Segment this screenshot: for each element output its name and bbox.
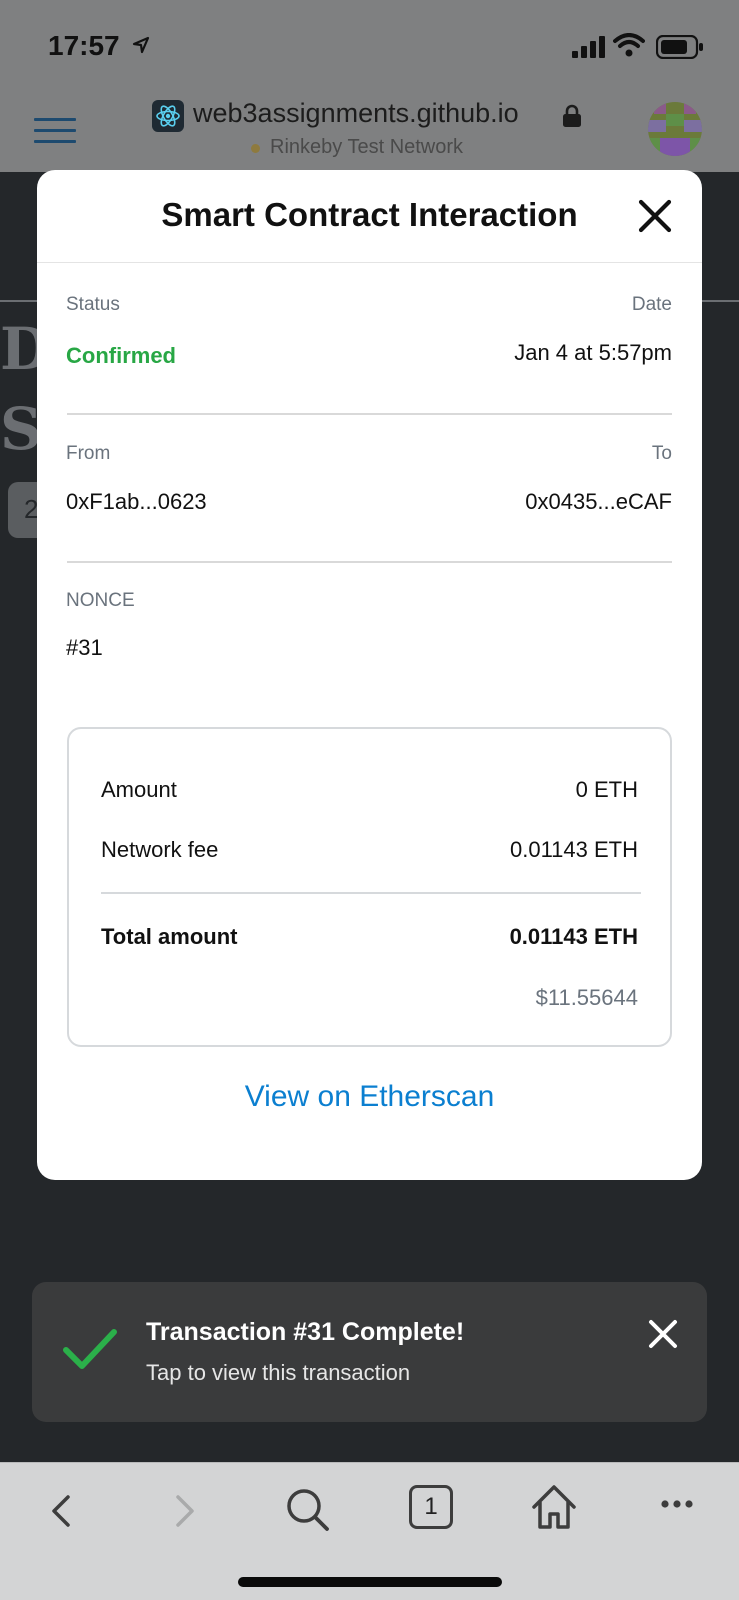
transaction-details-modal: Smart Contract Interaction Status Date C… [37,170,702,1180]
view-on-etherscan-link[interactable]: View on Etherscan [37,1080,702,1114]
total-amount-value: 0.01143 ETH [509,924,638,949]
checkmark-icon [63,1329,117,1369]
close-icon[interactable] [637,198,673,234]
from-label: From [66,443,111,464]
clock: 17:57 [48,30,120,61]
search-icon[interactable] [285,1487,331,1533]
back-chevron-icon[interactable] [48,1493,76,1529]
status-label: Status [66,294,120,315]
nonce-label: NONCE [66,590,135,611]
lock-icon [563,104,581,127]
from-address[interactable]: 0xF1ab...0623 [66,489,207,515]
site-url[interactable]: web3assignments.github.io [193,98,519,129]
site-favicon-icon [152,100,184,132]
close-icon[interactable] [647,1318,679,1350]
to-address[interactable]: 0x0435...eCAF [525,489,672,515]
fee-summary-box: Amount 0 ETH Network fee 0.01143 ETH Tot… [67,727,672,1047]
date-value: Jan 4 at 5:57pm [514,340,672,365]
more-options-icon[interactable] [660,1499,694,1509]
toast-subtitle: Tap to view this transaction [146,1360,411,1385]
status-bar: 17:57 [0,0,739,92]
network-fee-value: 0.01143 ETH [509,837,638,862]
network-name[interactable]: Rinkeby Test Network [270,136,463,159]
date-label: Date [631,294,672,315]
battery-icon [656,35,703,59]
tabs-button[interactable]: 1 [409,1485,453,1529]
status-value: Confirmed [66,343,176,368]
amount-value: 0 ETH [575,777,638,802]
modal-title: Smart Contract Interaction [161,196,578,233]
network-fee-label: Network fee [101,837,219,862]
to-label: To [651,443,672,464]
background-heading-fragment: S [0,395,42,463]
network-status-dot [251,144,260,153]
hamburger-menu-button[interactable] [34,118,76,148]
transaction-complete-toast[interactable]: Transaction #31 Complete! Tap to view th… [32,1282,707,1422]
toast-title: Transaction #31 Complete! [146,1318,465,1346]
section-divider [67,413,672,415]
total-amount-label: Total amount [101,924,238,949]
cellular-signal-icon [572,36,605,58]
nonce-value: #31 [66,635,103,660]
account-avatar[interactable] [648,102,702,156]
home-indicator[interactable] [238,1577,502,1587]
forward-chevron-icon[interactable] [170,1493,198,1529]
amount-label: Amount [101,777,177,802]
fee-divider [101,892,641,894]
browser-bottom-toolbar: 1 [0,1462,739,1600]
home-icon[interactable] [530,1483,578,1531]
total-usd-value: $11.55644 [535,985,638,1010]
location-arrow-icon [132,36,150,54]
wifi-icon [613,33,645,57]
browser-header: web3assignments.github.io Rinkeby Test N… [0,92,739,172]
section-divider [67,561,672,563]
modal-header-divider [37,262,702,263]
